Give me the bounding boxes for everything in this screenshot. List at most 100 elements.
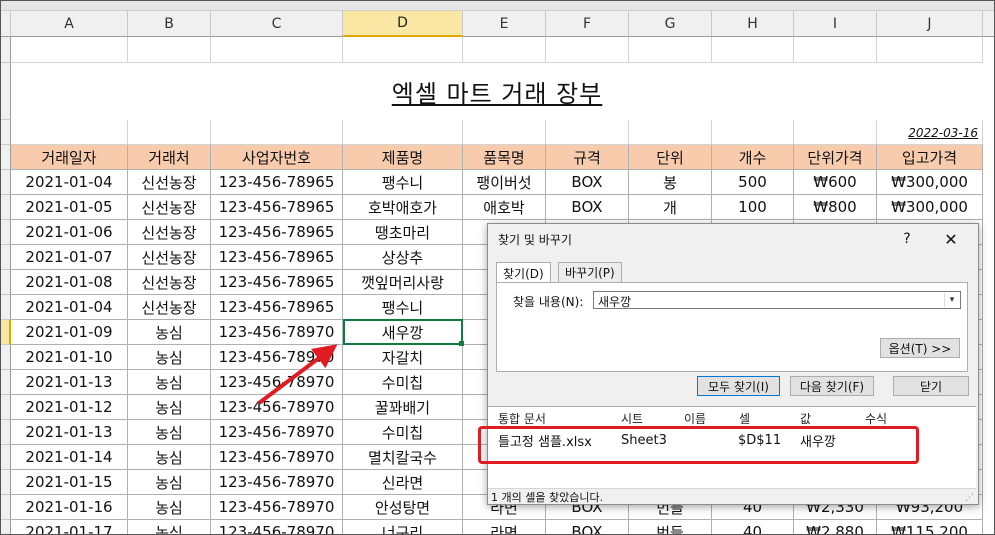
column-header-d[interactable]: D [343,11,463,37]
row-header[interactable] [1,470,11,495]
row-header[interactable] [1,445,11,470]
table-cell[interactable]: 2021-01-15 [11,470,128,495]
table-cell[interactable]: ₩300,000 [877,195,983,220]
table-cell[interactable]: 2021-01-14 [11,445,128,470]
empty-cell[interactable] [11,37,128,63]
table-cell[interactable]: 팽수니 [343,170,463,195]
table-cell[interactable]: 신선농장 [128,195,211,220]
column-header-i[interactable]: I [794,11,877,37]
table-cell[interactable]: 2021-01-08 [11,270,128,295]
column-header-k[interactable] [983,11,994,37]
empty-cell[interactable] [546,37,629,63]
table-cell[interactable]: ₩2,880 [794,520,877,534]
table-cell[interactable]: ₩600 [794,170,877,195]
find-next-button[interactable]: 다음 찾기(F) [790,376,874,396]
table-cell[interactable]: 123-456-78970 [211,420,343,445]
column-header-b[interactable]: B [128,11,211,37]
row-header[interactable] [1,220,11,245]
table-cell[interactable]: 123-456-78970 [211,470,343,495]
row-header[interactable] [1,320,11,345]
table-cell[interactable]: 꿀꽈배기 [343,395,463,420]
table-cell[interactable]: 농심 [128,520,211,534]
table-cell[interactable]: 2021-01-06 [11,220,128,245]
empty-cell[interactable] [794,37,877,63]
row-header[interactable] [1,295,11,320]
table-cell[interactable]: 수미칩 [343,370,463,395]
find-all-button[interactable]: 모두 찾기(I) [697,376,780,396]
empty-cell[interactable] [546,120,629,145]
row-header[interactable] [1,420,11,445]
table-cell[interactable]: 123-456-78965 [211,245,343,270]
table-cell[interactable]: 신선농장 [128,245,211,270]
table-cell[interactable]: 123-456-78970 [211,370,343,395]
resize-grip-icon[interactable]: ⋰ [965,493,974,503]
row-header[interactable] [1,145,11,170]
result-header-sheet[interactable]: 시트 [621,409,643,427]
fill-handle[interactable] [459,341,464,346]
table-cell[interactable]: 개 [629,195,712,220]
row-header[interactable] [1,395,11,420]
empty-cell[interactable] [211,120,343,145]
table-cell[interactable]: 2021-01-12 [11,395,128,420]
table-cell[interactable]: 농심 [128,495,211,520]
row-header[interactable] [1,170,11,195]
result-header-name[interactable]: 이름 [684,409,706,427]
empty-cell[interactable] [343,120,463,145]
table-cell[interactable]: 2021-01-13 [11,420,128,445]
table-cell[interactable]: 40 [712,520,794,534]
empty-cell[interactable] [128,37,211,63]
table-cell[interactable]: 너구리 [343,520,463,534]
column-header-e[interactable]: E [463,11,546,37]
row-header[interactable] [1,345,11,370]
empty-cell[interactable] [128,120,211,145]
help-button[interactable]: ? [892,228,922,250]
close-icon[interactable]: ✕ [936,228,966,250]
table-cell[interactable]: 123-456-78970 [211,520,343,534]
table-cell[interactable]: 2021-01-10 [11,345,128,370]
table-cell[interactable]: ₩300,000 [877,170,983,195]
table-cell[interactable]: 신선농장 [128,220,211,245]
table-cell[interactable]: ₩800 [794,195,877,220]
select-all-corner[interactable] [1,11,11,37]
row-header[interactable] [1,520,11,534]
empty-cell[interactable] [343,37,463,63]
result-header-value[interactable]: 값 [800,409,811,427]
table-cell[interactable]: 애호박 [463,195,546,220]
table-cell[interactable]: 상상추 [343,245,463,270]
table-cell[interactable]: 123-456-78965 [211,195,343,220]
chevron-down-icon[interactable]: ▾ [944,293,959,307]
row-header[interactable] [1,63,11,120]
table-cell[interactable]: 123-456-78965 [211,295,343,320]
table-cell[interactable]: 2021-01-07 [11,245,128,270]
empty-cell[interactable] [712,120,794,145]
result-sheet[interactable]: Sheet3 [621,431,667,449]
find-what-input[interactable]: 새우깡 ▾ [593,291,961,309]
table-cell[interactable]: 123-456-78970 [211,395,343,420]
table-cell[interactable]: 2021-01-13 [11,370,128,395]
table-cell[interactable]: ₩115,200 [877,520,983,534]
table-cell[interactable]: 농심 [128,345,211,370]
empty-cell[interactable] [877,37,983,63]
table-cell[interactable]: 깻잎머리사랑 [343,270,463,295]
table-cell[interactable]: 번들 [629,520,712,534]
row-header[interactable] [1,245,11,270]
table-cell[interactable]: 라면 [463,520,546,534]
empty-cell[interactable] [463,37,546,63]
table-cell[interactable]: 500 [712,170,794,195]
results-list[interactable]: 통합 문서 시트 이름 셀 값 수식 틀고정 샘플.xlsx Sheet3 $D… [488,406,976,489]
table-cell[interactable]: 자갈치 [343,345,463,370]
table-cell[interactable]: 2021-01-16 [11,495,128,520]
table-cell[interactable]: 안성탕면 [343,495,463,520]
column-header-c[interactable]: C [211,11,343,37]
empty-cell[interactable] [211,37,343,63]
close-button[interactable]: 닫기 [893,376,969,396]
row-header[interactable] [1,270,11,295]
result-header-workbook[interactable]: 통합 문서 [498,409,546,427]
table-cell[interactable]: 2021-01-04 [11,170,128,195]
table-cell[interactable]: 농심 [128,470,211,495]
table-cell[interactable]: 123-456-78970 [211,445,343,470]
table-cell[interactable]: 100 [712,195,794,220]
table-cell[interactable]: BOX [546,170,629,195]
table-cell[interactable]: 멸치칼국수 [343,445,463,470]
table-cell[interactable]: 땡초마리 [343,220,463,245]
